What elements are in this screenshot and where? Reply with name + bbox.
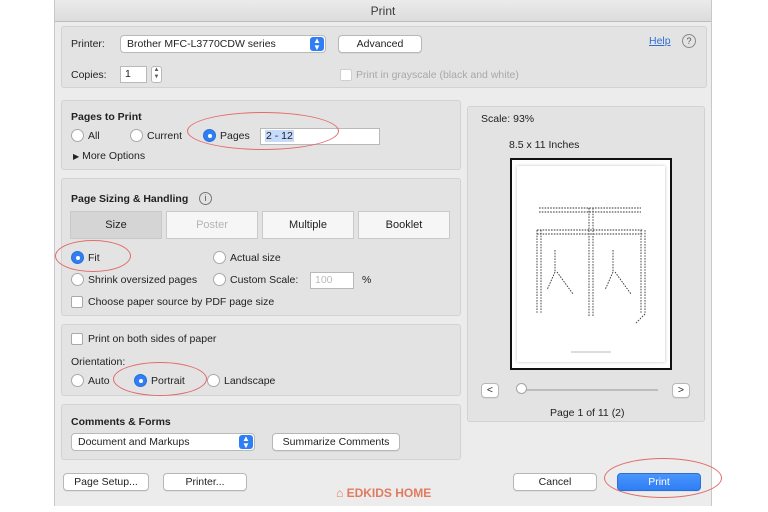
comments-select-value: Document and Markups	[78, 436, 190, 448]
pages-title: Pages to Print	[71, 111, 142, 123]
copies-stepper[interactable]: ▲ ▼	[151, 66, 162, 83]
page-setup-button[interactable]: Page Setup...	[63, 473, 149, 491]
radio-auto[interactable]	[71, 374, 84, 387]
disclosure-triangle-icon: ▶	[73, 152, 80, 161]
tab-booklet[interactable]: Booklet	[358, 211, 450, 239]
radio-actual-size-label: Actual size	[230, 252, 281, 264]
copies-input[interactable]: 1	[120, 66, 147, 83]
paper-source-label: Choose paper source by PDF page size	[88, 296, 275, 308]
info-icon[interactable]: i	[199, 192, 212, 205]
select-arrows-icon: ▲ ▼	[239, 435, 253, 450]
sizing-panel: Page Sizing & Handling i Size Poster Mul…	[61, 178, 461, 316]
radio-landscape-label: Landscape	[224, 375, 276, 387]
info-icon-glyph: i	[204, 193, 207, 203]
page-preview	[510, 158, 672, 370]
preview-panel: Scale: 93% 8.5 x 11 Inches < > Page 1 of…	[467, 106, 705, 422]
radio-current-label: Current	[147, 130, 183, 142]
orientation-label: Orientation:	[71, 356, 126, 368]
custom-scale-input[interactable]: 100	[310, 272, 354, 289]
radio-shrink-label: Shrink oversized pages	[88, 274, 198, 286]
preview-character-image	[536, 207, 646, 353]
watermark: ⌂ EDKIDS HOME	[336, 486, 431, 500]
pages-panel: Pages to Print All Current Pages 2 - 12 …	[61, 100, 461, 170]
window-title: Print	[55, 0, 711, 22]
help-link[interactable]: Help	[649, 35, 671, 47]
paper-size-label: 8.5 x 11 Inches	[509, 139, 580, 151]
tab-multiple[interactable]: Multiple	[262, 211, 354, 239]
comments-title: Comments & Forms	[71, 416, 171, 428]
radio-portrait-label: Portrait	[151, 375, 185, 387]
summarize-comments-button[interactable]: Summarize Comments	[272, 433, 400, 451]
printer-select-value: Brother MFC-L3770CDW series	[127, 38, 276, 50]
printer-select[interactable]: Brother MFC-L3770CDW series ▲ ▼	[120, 35, 326, 53]
prev-page-button[interactable]: <	[481, 383, 499, 398]
radio-all-label: All	[88, 130, 100, 142]
print-dialog: Print Printer: Brother MFC-L3770CDW seri…	[54, 0, 712, 506]
select-arrows-icon: ▲ ▼	[310, 37, 324, 52]
radio-portrait[interactable]	[134, 374, 147, 387]
orientation-panel: Print on both sides of paper Orientation…	[61, 324, 461, 396]
page-info-label: Page 1 of 11 (2)	[550, 407, 625, 419]
comments-panel: Comments & Forms Document and Markups ▲ ▼…	[61, 404, 461, 460]
radio-custom-scale[interactable]	[213, 273, 226, 286]
advanced-button[interactable]: Advanced	[338, 35, 422, 53]
radio-custom-scale-label: Custom Scale:	[230, 274, 299, 286]
radio-landscape[interactable]	[207, 374, 220, 387]
home-icon: ⌂	[336, 486, 344, 500]
preview-sheet	[517, 166, 665, 362]
radio-fit[interactable]	[71, 251, 84, 264]
scale-label: Scale: 93%	[481, 113, 535, 125]
grayscale-checkbox[interactable]	[340, 69, 352, 81]
radio-fit-label: Fit	[88, 252, 100, 264]
page-range-value: 2 - 12	[265, 130, 294, 142]
copies-label: Copies:	[71, 69, 107, 81]
sizing-title: Page Sizing & Handling	[71, 193, 189, 205]
help-icon-glyph: ?	[686, 36, 692, 46]
radio-shrink[interactable]	[71, 273, 84, 286]
radio-all[interactable]	[71, 129, 84, 142]
printer-panel: Printer: Brother MFC-L3770CDW series ▲ ▼ …	[61, 26, 707, 88]
watermark-text: EDKIDS HOME	[346, 486, 432, 500]
cancel-button[interactable]: Cancel	[513, 473, 597, 491]
grayscale-label: Print in grayscale (black and white)	[356, 69, 519, 81]
printer-button[interactable]: Printer...	[163, 473, 247, 491]
paper-source-checkbox[interactable]	[71, 296, 83, 308]
both-sides-checkbox[interactable]	[71, 333, 83, 345]
help-icon[interactable]: ?	[682, 34, 696, 48]
tab-poster[interactable]: Poster	[166, 211, 258, 239]
radio-pages[interactable]	[203, 129, 216, 142]
radio-pages-label: Pages	[220, 130, 250, 142]
page-slider-thumb[interactable]	[516, 383, 527, 394]
printer-label: Printer:	[71, 38, 105, 50]
radio-auto-label: Auto	[88, 375, 110, 387]
tab-size[interactable]: Size	[70, 211, 162, 239]
print-button[interactable]: Print	[617, 473, 701, 491]
radio-current[interactable]	[130, 129, 143, 142]
both-sides-label: Print on both sides of paper	[88, 333, 217, 345]
percent-label: %	[362, 274, 372, 286]
more-options-label: More Options	[82, 150, 146, 162]
next-page-button[interactable]: >	[672, 383, 690, 398]
page-range-input[interactable]: 2 - 12	[260, 128, 380, 145]
comments-select[interactable]: Document and Markups ▲ ▼	[71, 433, 255, 451]
page-slider[interactable]	[520, 389, 658, 391]
radio-actual-size[interactable]	[213, 251, 226, 264]
more-options-toggle[interactable]: ▶ More Options	[73, 150, 145, 162]
